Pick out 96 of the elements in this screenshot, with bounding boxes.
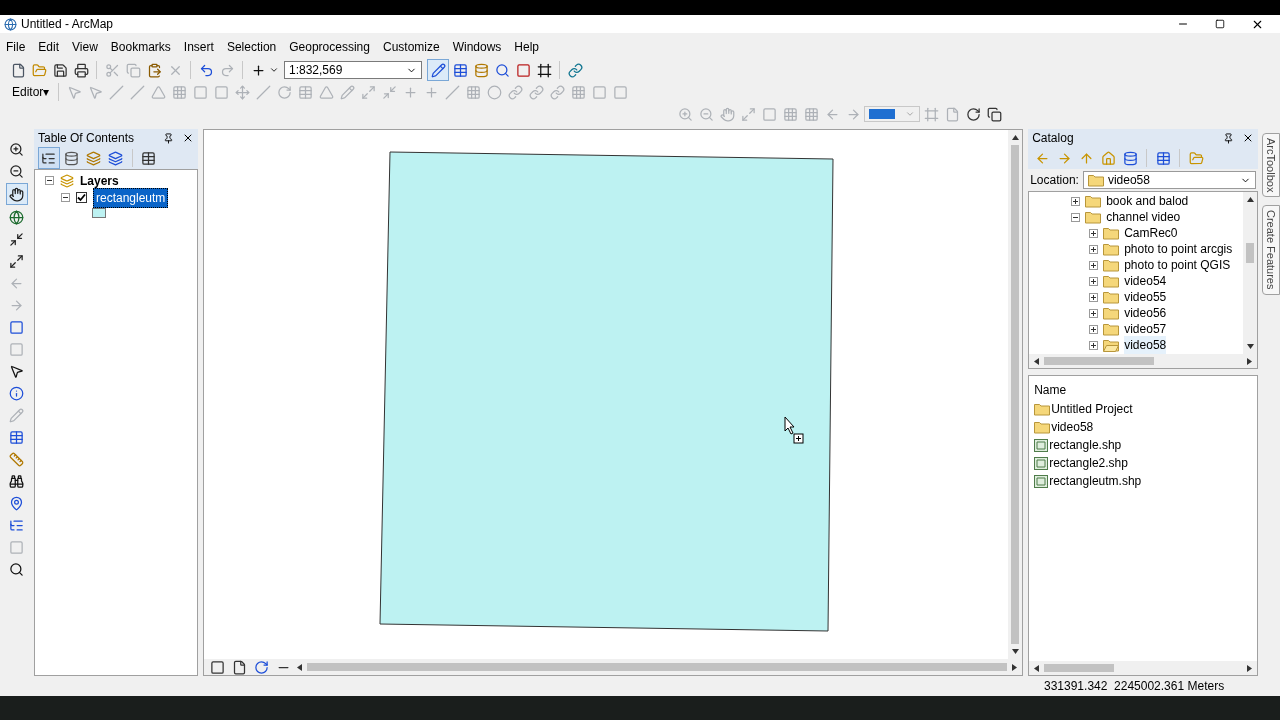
- expand-icon[interactable]: [1089, 260, 1099, 270]
- maximize-icon: [1215, 19, 1225, 29]
- horizontal-scrollbar[interactable]: [295, 661, 1019, 673]
- scroll-right-arrow-icon[interactable]: [1246, 357, 1253, 365]
- folder-icon: [1103, 290, 1120, 304]
- folder-icon: [1085, 210, 1102, 224]
- expand-icon[interactable]: [1071, 196, 1081, 206]
- menu-item[interactable]: Edit: [38, 38, 60, 56]
- horizontal-scrollbar[interactable]: [1029, 661, 1257, 675]
- tree-item[interactable]: book and balod: [1106, 192, 1189, 210]
- app-globe-icon: [4, 17, 17, 31]
- scale-dropdown[interactable]: 1:832,569: [284, 61, 422, 79]
- scroll-left-arrow-icon[interactable]: [295, 663, 303, 671]
- expand-icon[interactable]: [1089, 292, 1099, 302]
- tree-item[interactable]: video54: [1124, 272, 1167, 290]
- menu-item[interactable]: File: [6, 38, 26, 56]
- menu-item[interactable]: Customize: [382, 38, 440, 56]
- folder-icon: [1034, 402, 1051, 416]
- vertical-scrollbar[interactable]: [1008, 130, 1023, 659]
- menu-item[interactable]: Windows: [452, 38, 502, 56]
- folder-icon: [1103, 322, 1120, 336]
- location-dropdown[interactable]: video58: [1082, 171, 1256, 189]
- collapse-icon[interactable]: [1071, 212, 1081, 222]
- dropdown-caret-icon: [269, 65, 279, 75]
- caret-icon: [905, 109, 915, 119]
- tree-item[interactable]: video57: [1124, 320, 1167, 338]
- scroll-up-arrow-icon[interactable]: [1246, 196, 1254, 203]
- scroll-right-arrow-icon[interactable]: [1011, 663, 1019, 671]
- layer-label[interactable]: rectangleutm: [92, 187, 169, 208]
- scroll-up-arrow-icon[interactable]: [1011, 134, 1019, 141]
- side-tab[interactable]: Create Features: [1262, 205, 1280, 295]
- folder-icon: [1103, 306, 1120, 320]
- catalog-item[interactable]: rectangle2.shp: [1049, 454, 1128, 472]
- tree-item[interactable]: video58: [1124, 336, 1167, 354]
- editor-menu[interactable]: Editor▾: [8, 83, 54, 101]
- shapefile-icon: [1034, 456, 1049, 470]
- tree-item[interactable]: CamRec0: [1124, 224, 1178, 242]
- folder-icon: [1085, 194, 1102, 208]
- expand-icon[interactable]: [1089, 228, 1099, 238]
- column-header[interactable]: Name: [1034, 380, 1252, 400]
- scroll-down-arrow-icon[interactable]: [1011, 648, 1019, 655]
- catalog-item[interactable]: rectangle.shp: [1049, 436, 1122, 454]
- shapefile-icon: [1034, 438, 1049, 452]
- menu-item[interactable]: Help: [514, 38, 540, 56]
- menu-item[interactable]: View: [72, 38, 98, 56]
- pin-icon: [162, 132, 174, 144]
- folder-icon: [1103, 258, 1120, 272]
- polygon-symbol-swatch: [91, 208, 106, 218]
- menu-item[interactable]: Bookmarks: [110, 38, 171, 56]
- folder-icon: [1087, 173, 1104, 187]
- tree-item[interactable]: channel video: [1106, 208, 1181, 226]
- location-label: Location:: [1030, 172, 1079, 189]
- scale-value: 1:832,569: [289, 62, 343, 79]
- expand-icon[interactable]: [1089, 308, 1099, 318]
- menu-item[interactable]: Geoprocessing: [289, 38, 370, 56]
- scroll-down-arrow-icon[interactable]: [1246, 343, 1254, 350]
- scroll-right-arrow-icon[interactable]: [1246, 664, 1253, 672]
- expand-icon[interactable]: [1089, 276, 1099, 286]
- vertical-scrollbar[interactable]: [1243, 192, 1257, 354]
- folder-icon: [1103, 274, 1120, 288]
- side-tab[interactable]: ArcToolbox: [1262, 133, 1280, 198]
- expand-icon[interactable]: [1089, 324, 1099, 334]
- open-folder-icon: [1103, 338, 1120, 352]
- folder-icon: [1034, 420, 1051, 434]
- menu-item[interactable]: Selection: [226, 38, 277, 56]
- panel-title: Table Of Contents: [37, 130, 135, 147]
- scroll-left-arrow-icon[interactable]: [1033, 664, 1041, 672]
- layer-checkbox[interactable]: [75, 192, 87, 203]
- folder-icon: [1103, 242, 1120, 256]
- zoom-percent-dropdown[interactable]: [864, 106, 920, 122]
- expand-icon[interactable]: [1089, 244, 1099, 254]
- collapse-icon[interactable]: [60, 193, 70, 202]
- pin-icon: [1223, 132, 1234, 144]
- location-value: video58: [1107, 172, 1150, 189]
- catalog-item[interactable]: video58: [1051, 418, 1094, 436]
- collapse-icon[interactable]: [44, 176, 54, 185]
- coordinates-readout: 331391.342 2245002.361 Meters: [1044, 678, 1225, 695]
- tree-item[interactable]: photo to point arcgis: [1124, 240, 1233, 258]
- tree-item[interactable]: video56: [1124, 304, 1167, 322]
- horizontal-scrollbar[interactable]: [1029, 354, 1257, 368]
- scroll-left-arrow-icon[interactable]: [1033, 357, 1041, 365]
- layers-icon: [59, 173, 74, 188]
- panel-title: Catalog: [1032, 130, 1074, 147]
- shapefile-icon: [1034, 474, 1049, 488]
- layer-group-label[interactable]: Layers: [79, 171, 119, 190]
- catalog-item[interactable]: rectangleutm.shp: [1049, 472, 1142, 490]
- scrollbar-thumb[interactable]: [1246, 243, 1254, 263]
- tree-item[interactable]: video55: [1124, 288, 1167, 306]
- menu-item[interactable]: Insert: [183, 38, 214, 56]
- window-title: Untitled - ArcMap: [21, 16, 114, 33]
- close-icon: [1242, 132, 1254, 144]
- expand-icon[interactable]: [1089, 340, 1099, 350]
- add-cursor-icon: [784, 416, 804, 444]
- tree-item[interactable]: photo to point QGIS: [1124, 256, 1231, 274]
- catalog-item[interactable]: Untitled Project: [1051, 400, 1133, 418]
- folder-icon: [1103, 226, 1120, 240]
